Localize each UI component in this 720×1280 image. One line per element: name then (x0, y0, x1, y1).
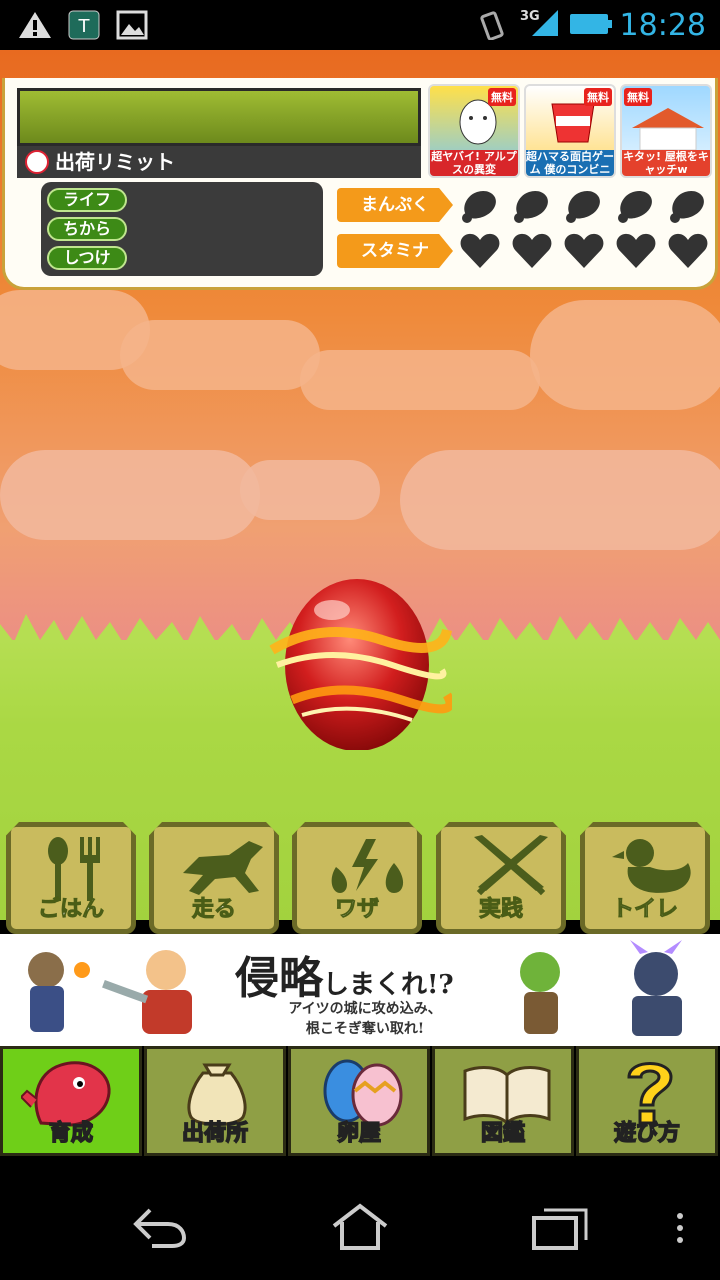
heart-icon (668, 233, 708, 268)
cloud (0, 450, 260, 540)
ad-konbini[interactable]: 無料 超ハマる面白ゲーム 僕のコンビニ (524, 84, 616, 178)
ad-caption: 超ハマる面白ゲーム 僕のコンビニ (526, 150, 614, 176)
action-toilet-button[interactable]: トイレ (580, 822, 710, 934)
action-label: 実践 (478, 897, 523, 923)
nav-label: 卵屋 (336, 1120, 382, 1147)
action-run-button[interactable]: 走る (149, 822, 279, 934)
clock: 18:28 (619, 8, 706, 43)
banner-title-main: 侵略 (235, 953, 323, 1004)
nav-egg-shop[interactable]: 卵屋 (288, 1046, 430, 1156)
image-icon (116, 10, 148, 40)
name-bar (17, 88, 421, 146)
signal-icon: 3G (520, 9, 558, 36)
svg-text:T: T (78, 16, 91, 37)
banner-line2: 根こそぎ奪い取れ! (305, 1021, 425, 1037)
cloud (240, 460, 380, 520)
action-food-button[interactable]: ごはん (6, 822, 136, 934)
shipping-limit: 出荷リミット (17, 146, 421, 178)
fullness-label: まんぷく (337, 188, 453, 222)
heart-icon (460, 233, 500, 268)
banner-title-tail: しまくれ!? (323, 970, 454, 1000)
action-battle-button[interactable]: 実践 (436, 822, 566, 934)
battery-icon (570, 14, 612, 34)
action-label: ごはん (37, 897, 104, 923)
cloud (530, 300, 720, 410)
action-label: ワザ (334, 897, 379, 923)
overflow-menu-icon[interactable] (674, 1210, 686, 1246)
stat-life: ライフ (47, 188, 127, 212)
action-label: トイレ (611, 897, 678, 923)
banner-title: 侵略しまくれ!? (235, 942, 454, 1006)
nav-label: 出荷所 (181, 1120, 249, 1147)
cloud (300, 350, 540, 410)
stat-discipline: しつけ (47, 246, 127, 270)
heart-icon (616, 233, 656, 268)
network-type: 3G (520, 9, 540, 24)
nav-label: 育成 (48, 1120, 94, 1147)
heart-icon (512, 233, 552, 268)
roof-icon (632, 108, 704, 151)
nav-raise[interactable]: 育成 (0, 1046, 142, 1156)
fullness-gauge (459, 186, 709, 224)
nav-encyclopedia[interactable]: 図鑑 (432, 1046, 574, 1156)
stat-power: ちから (47, 217, 127, 241)
warning-icon (19, 12, 51, 38)
cloud (400, 450, 720, 550)
fire-egg[interactable] (262, 570, 452, 750)
clash-characters-image (28, 950, 192, 1034)
nav-how-to-play[interactable]: 遊び方 (576, 1046, 718, 1156)
banner-ad[interactable]: 侵略しまくれ!? アイツの城に攻め込み、 根こそぎ奪い取れ! (0, 934, 720, 1046)
ad-roof[interactable]: 無料 キタッ! 屋根をキャッチw (620, 84, 712, 178)
nav-label: 図鑑 (480, 1120, 526, 1147)
meat-icon (670, 190, 704, 223)
nav-label: 遊び方 (613, 1120, 681, 1147)
free-badge: 無料 (488, 88, 516, 106)
status-bar: T 3G 18:28 (0, 0, 720, 50)
action-label: 走る (191, 897, 236, 923)
banner-line1: アイツの城に攻め込み、 (288, 1001, 442, 1017)
cloud (120, 320, 320, 390)
meat-icon (566, 190, 600, 223)
action-skill-button[interactable]: ワザ (292, 822, 422, 934)
meat-icon (514, 190, 548, 223)
shield-app-icon: T (68, 10, 100, 40)
home-icon[interactable] (330, 1202, 390, 1250)
meat-icon (462, 190, 496, 223)
free-badge: 無料 (624, 88, 652, 106)
heart-icon (564, 233, 604, 268)
clock-icon (25, 150, 49, 174)
shipping-limit-label: 出荷リミット (55, 150, 175, 174)
stats-box: ライフ ちから しつけ (41, 182, 323, 276)
vibrate-icon (480, 11, 504, 40)
free-badge: 無料 (584, 88, 612, 106)
recent-apps-icon[interactable] (530, 1206, 590, 1250)
back-icon[interactable] (132, 1204, 188, 1248)
stamina-label: スタミナ (337, 234, 453, 268)
goblin-pekka-image (520, 940, 682, 1036)
meat-icon (618, 190, 652, 223)
stamina-gauge (459, 232, 709, 270)
ad-caption: 超ヤバイ! アルプスの異変 (430, 150, 518, 176)
system-nav-bar (0, 1160, 720, 1280)
ad-caption: キタッ! 屋根をキャッチw (622, 150, 710, 176)
nav-shipping[interactable]: 出荷所 (144, 1046, 286, 1156)
ad-alps[interactable]: 無料 超ヤバイ! アルプスの異変 (428, 84, 520, 178)
